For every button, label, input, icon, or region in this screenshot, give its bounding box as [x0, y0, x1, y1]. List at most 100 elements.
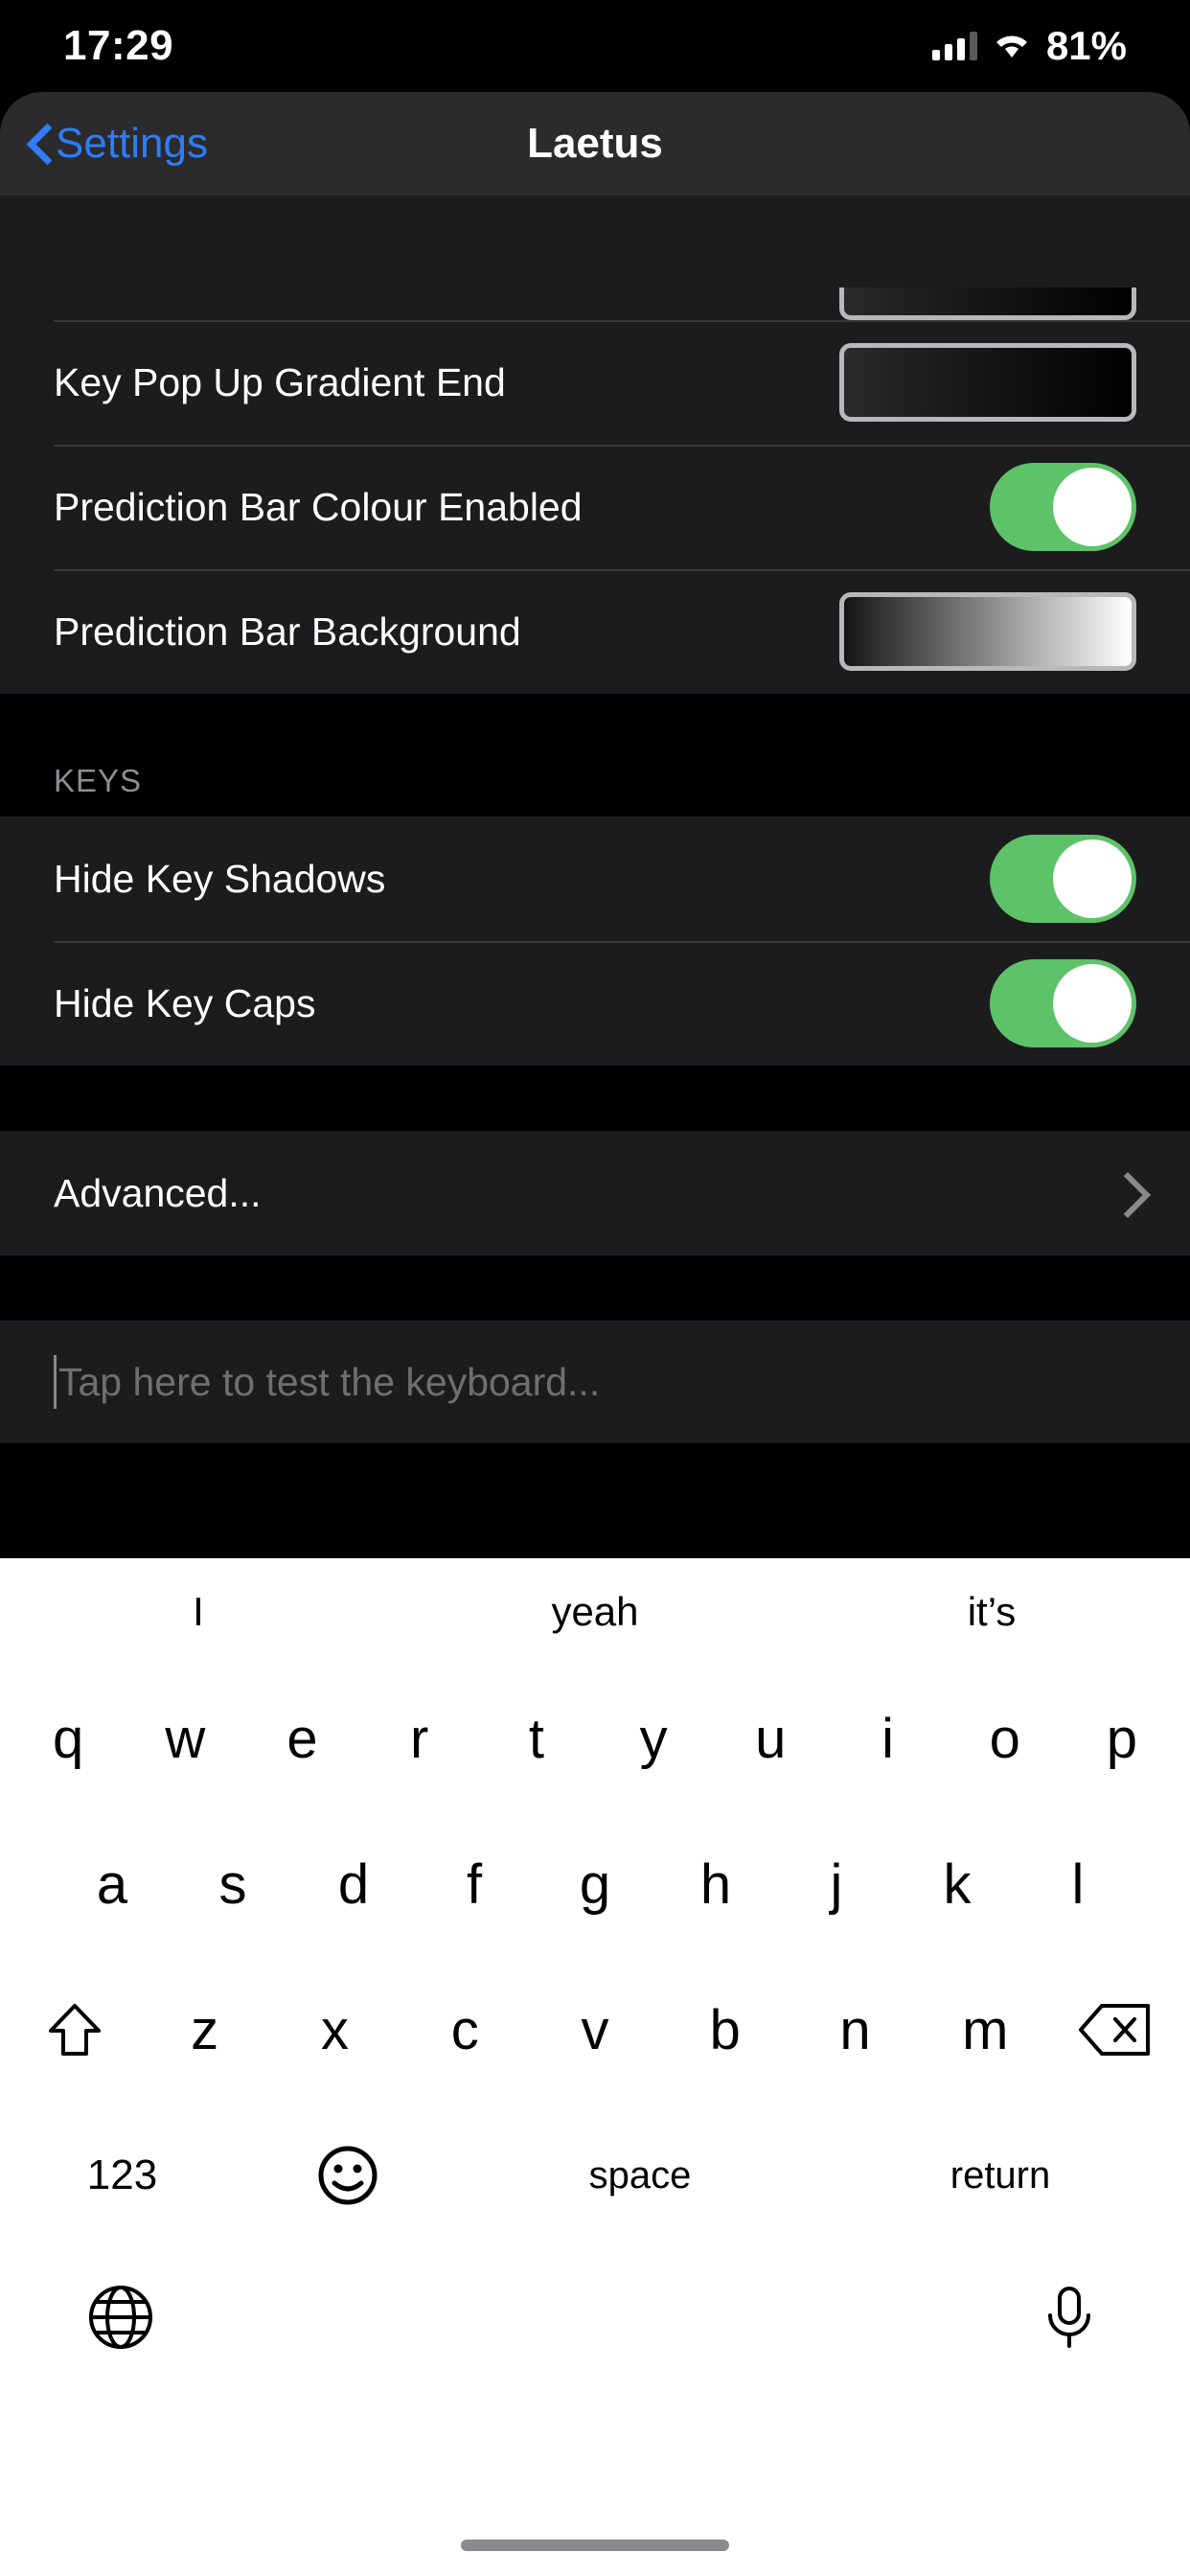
row-label: Key Pop Up Gradient End [54, 359, 506, 404]
key-o[interactable]: o [947, 1707, 1064, 1771]
key-c[interactable]: c [400, 1998, 530, 2062]
key-p[interactable]: p [1064, 1707, 1180, 1771]
globe-icon[interactable] [86, 2283, 155, 2352]
advanced-row[interactable]: Advanced... [0, 1131, 1190, 1255]
key-m[interactable]: m [920, 1998, 1050, 2062]
key-j[interactable]: j [776, 1852, 897, 1917]
back-button-label: Settings [56, 120, 208, 167]
toggle-knob [1053, 840, 1132, 918]
row-label: Advanced... [54, 1170, 262, 1215]
color-swatch[interactable] [839, 343, 1136, 422]
table-row[interactable]: Prediction Bar Colour Enabled [0, 445, 1190, 569]
prediction-candidate[interactable]: it’s [793, 1589, 1190, 1635]
toggle-switch[interactable] [990, 959, 1136, 1047]
key-i[interactable]: i [829, 1707, 946, 1771]
section-header-label: KEYS [54, 763, 143, 798]
key-g[interactable]: g [535, 1852, 655, 1917]
keyboard-row-2: a s d f g h j k l [0, 1811, 1190, 1957]
backspace-icon [1077, 2000, 1154, 2059]
row-label: Prediction Bar Colour Enabled [54, 484, 583, 529]
table-row[interactable]: Hide Key Caps [0, 941, 1190, 1066]
back-button[interactable]: Settings [29, 120, 208, 168]
keyboard-row-3: z x c v b n m [0, 1957, 1190, 2103]
key-n[interactable]: n [790, 1998, 921, 2062]
row-separator [54, 445, 1190, 447]
cellular-bars-icon [931, 32, 977, 60]
row-accessory[interactable] [839, 288, 1136, 320]
key-q[interactable]: q [10, 1707, 126, 1771]
row-accessory[interactable] [990, 835, 1136, 923]
key-k[interactable]: k [897, 1852, 1018, 1917]
key-t[interactable]: t [478, 1707, 595, 1771]
prediction-candidate[interactable]: yeah [397, 1589, 793, 1635]
status-bar-time: 17:29 [63, 22, 174, 69]
navigation-bar: Laetus Settings [0, 92, 1190, 196]
toggle-switch[interactable] [990, 463, 1136, 551]
wifi-icon [993, 32, 1031, 60]
prediction-candidate[interactable]: I [0, 1589, 397, 1635]
on-screen-keyboard: I yeah it’s q w e r t y u i o p a s d f … [0, 1558, 1190, 2576]
chevron-right-icon [1111, 1172, 1136, 1214]
home-indicator [461, 2540, 729, 2551]
keyboard-test-field[interactable]: Tap here to test the keyboard... [0, 1321, 1190, 1443]
keyboard-row-4: 123 space return [0, 2103, 1190, 2248]
row-label: Prediction Bar Background [54, 609, 521, 654]
row-accessory[interactable] [990, 463, 1136, 551]
section-gap [0, 694, 1190, 763]
space-key[interactable]: space [460, 2154, 820, 2197]
row-accessory[interactable] [839, 343, 1136, 422]
row-accessory [1111, 1172, 1136, 1214]
toggle-switch[interactable] [990, 835, 1136, 923]
row-accessory[interactable] [839, 592, 1136, 671]
row-separator [54, 941, 1190, 943]
key-y[interactable]: y [595, 1707, 712, 1771]
key-s[interactable]: s [172, 1852, 293, 1917]
key-d[interactable]: d [293, 1852, 414, 1917]
row-separator [54, 569, 1190, 571]
row-label: Hide Key Shadows [54, 856, 386, 901]
emoji-key[interactable] [235, 2145, 460, 2206]
microphone-icon[interactable] [1035, 2283, 1104, 2352]
key-h[interactable]: h [655, 1852, 776, 1917]
row-label: Hide Key Caps [54, 980, 316, 1025]
text-cursor [54, 1355, 57, 1409]
key-x[interactable]: x [270, 1998, 400, 2062]
settings-list: Key Pop Up Gradient End Prediction Bar C… [0, 196, 1190, 1443]
chevron-left-icon [29, 127, 48, 160]
section-header-keys: KEYS [0, 763, 1190, 816]
phone-screen: 17:29 81% Laetus Settings Key Pop Up Gra… [0, 0, 1190, 2576]
key-v[interactable]: v [530, 1998, 660, 2062]
key-a[interactable]: a [52, 1852, 172, 1917]
key-w[interactable]: w [126, 1707, 243, 1771]
status-bar-indicators: 81% [931, 23, 1127, 69]
backspace-key[interactable] [1050, 2000, 1180, 2059]
key-e[interactable]: e [243, 1707, 360, 1771]
row-accessory[interactable] [990, 959, 1136, 1047]
table-row[interactable] [0, 196, 1190, 320]
key-b[interactable]: b [660, 1998, 790, 2062]
keyboard-row-5 [0, 2248, 1190, 2469]
section-gap [0, 1255, 1190, 1321]
keyboard-row-1: q w e r t y u i o p [0, 1666, 1190, 1811]
toggle-knob [1053, 964, 1132, 1043]
section-gap [0, 1066, 1190, 1131]
prediction-bar: I yeah it’s [0, 1558, 1190, 1666]
key-f[interactable]: f [414, 1852, 535, 1917]
key-u[interactable]: u [712, 1707, 829, 1771]
status-bar: 17:29 81% [0, 0, 1190, 92]
color-swatch[interactable] [839, 288, 1136, 320]
table-row[interactable]: Hide Key Shadows [0, 816, 1190, 941]
key-r[interactable]: r [361, 1707, 478, 1771]
color-swatch[interactable] [839, 592, 1136, 671]
table-row[interactable]: Prediction Bar Background [0, 569, 1190, 694]
emoji-smiley-icon [317, 2145, 378, 2206]
keyboard-test-field-placeholder: Tap here to test the keyboard... [58, 1359, 601, 1404]
shift-key[interactable] [10, 1998, 140, 2061]
return-key[interactable]: return [820, 2154, 1180, 2197]
key-z[interactable]: z [140, 1998, 270, 2062]
key-l[interactable]: l [1018, 1852, 1138, 1917]
shift-icon [43, 1998, 106, 2061]
numbers-key[interactable]: 123 [10, 2151, 235, 2199]
table-row[interactable]: Key Pop Up Gradient End [0, 320, 1190, 445]
battery-percentage: 81% [1045, 23, 1127, 68]
